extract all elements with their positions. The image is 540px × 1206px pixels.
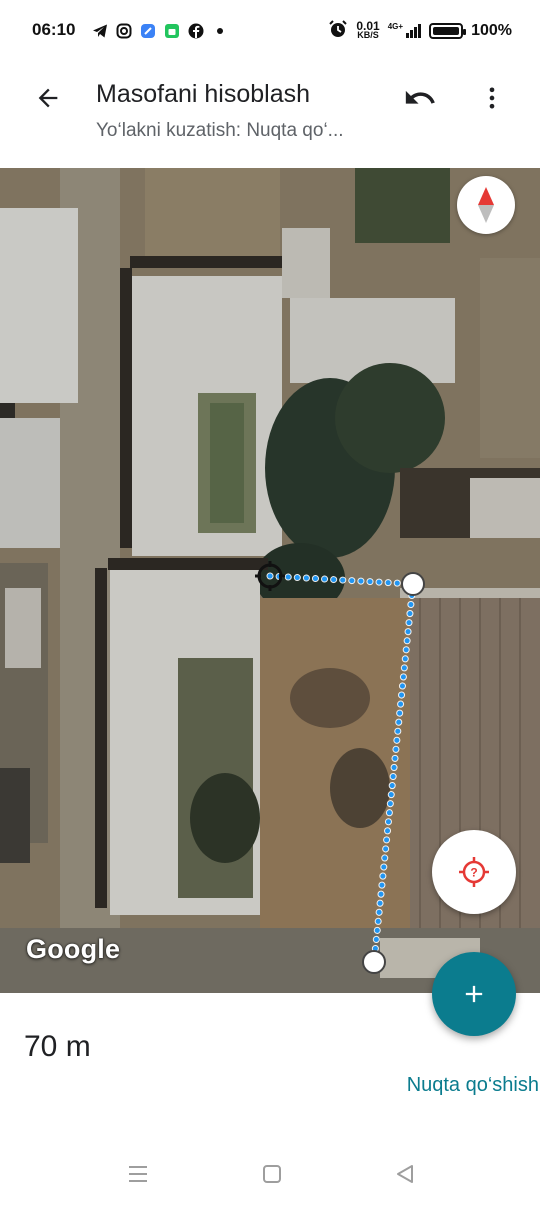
system-nav-bar [0, 1140, 540, 1206]
recent-apps-button[interactable] [122, 1158, 154, 1190]
undo-icon [405, 90, 435, 104]
more-vert-icon [489, 87, 495, 109]
undo-button[interactable] [400, 78, 440, 118]
home-button[interactable] [256, 1158, 288, 1190]
nav-back-button[interactable] [389, 1158, 421, 1190]
telegram-icon [92, 23, 108, 39]
route-vertex-handle[interactable] [362, 950, 386, 974]
arrow-back-icon [38, 88, 58, 108]
page-title: Masofani hisoblash [96, 80, 311, 108]
page-subtitle: Yo‘lakni kuzatish: Nuqta qo‘... [96, 120, 344, 141]
back-icon [397, 1165, 413, 1183]
svg-text:?: ? [470, 866, 477, 880]
compass-icon [478, 187, 494, 223]
plus-icon [465, 985, 483, 1003]
app-bar: Masofani hisoblash Yo‘lakni kuzatish: Nu… [0, 62, 540, 168]
compass-button[interactable] [457, 176, 515, 234]
system-status: 0.01 KB/S 4G+ 100% [328, 18, 512, 44]
my-location-button[interactable]: ? [432, 830, 516, 914]
home-icon [263, 1165, 281, 1183]
android-icon [164, 23, 180, 39]
add-point-link[interactable]: Nuqta qo‘shish [380, 1074, 540, 1097]
distance-value: 70 m [24, 1030, 91, 1063]
status-time: 06:10 [32, 20, 76, 39]
app-icon [140, 23, 156, 39]
alarm-icon [328, 19, 348, 44]
back-button[interactable] [28, 78, 68, 118]
status-bar: 06:10 0.01 KB/S 4G+ 100% [0, 0, 540, 62]
battery-icon [429, 23, 467, 39]
add-point-fab[interactable] [432, 952, 516, 1036]
facebook-icon [188, 23, 204, 39]
more-options-button[interactable] [472, 78, 512, 118]
google-attribution: Google [26, 934, 121, 964]
my-location-icon: ? [459, 857, 489, 887]
notification-icons [92, 20, 228, 42]
net-speed: 0.01 KB/S [356, 19, 380, 40]
recent-apps-icon [129, 1166, 147, 1182]
signal-icon: 4G+ [388, 23, 422, 39]
map-view[interactable]: Google ? [0, 168, 540, 993]
dot-icon [212, 23, 228, 39]
instagram-icon [116, 23, 132, 39]
route-vertex-handle[interactable] [401, 572, 425, 596]
battery-percent: 100% [471, 22, 512, 39]
